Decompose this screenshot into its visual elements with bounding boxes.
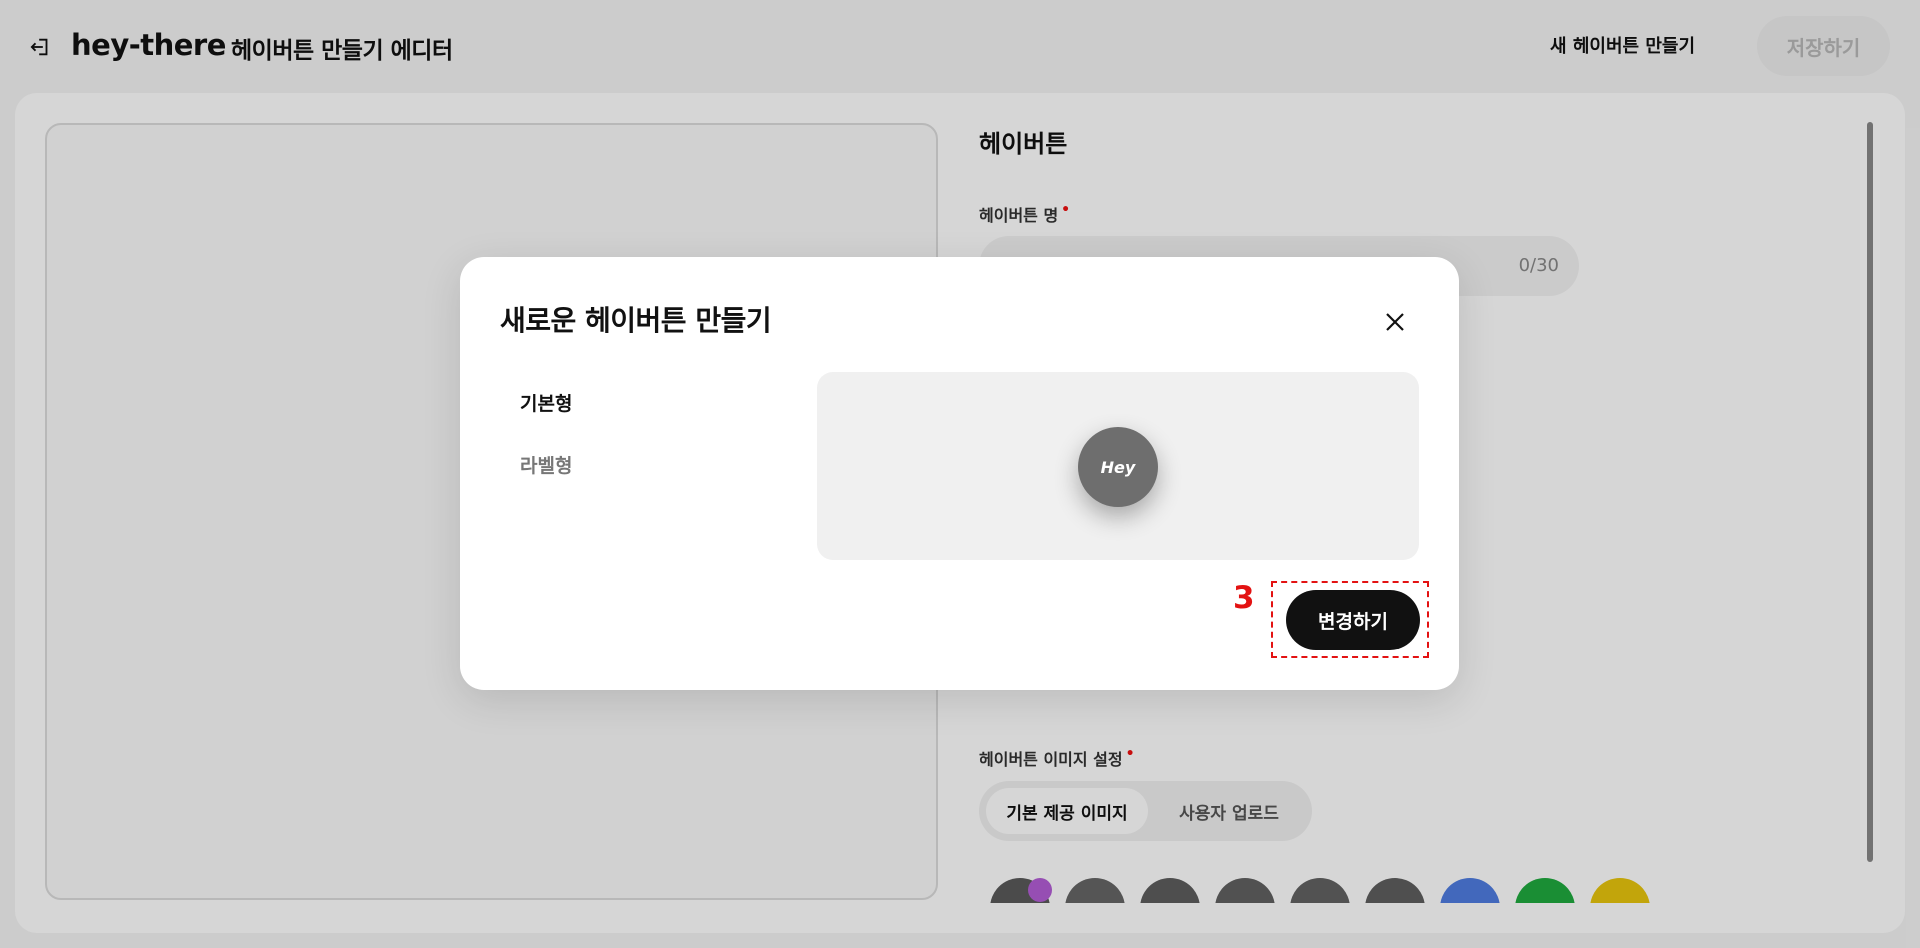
- close-icon[interactable]: [1380, 307, 1410, 337]
- type-option-basic[interactable]: 기본형: [520, 389, 572, 416]
- modal-title: 새로운 헤이버튼 만들기: [500, 304, 772, 337]
- create-heybutton-modal: 새로운 헤이버튼 만들기 기본형 라벨형 Hey 3 변경하기: [460, 257, 1459, 690]
- type-preview: Hey: [817, 372, 1419, 560]
- change-button[interactable]: 변경하기: [1286, 590, 1420, 650]
- type-option-label[interactable]: 라벨형: [520, 451, 572, 478]
- step-annotation-number: 3: [1233, 580, 1255, 616]
- hey-button-preview: Hey: [1078, 427, 1158, 507]
